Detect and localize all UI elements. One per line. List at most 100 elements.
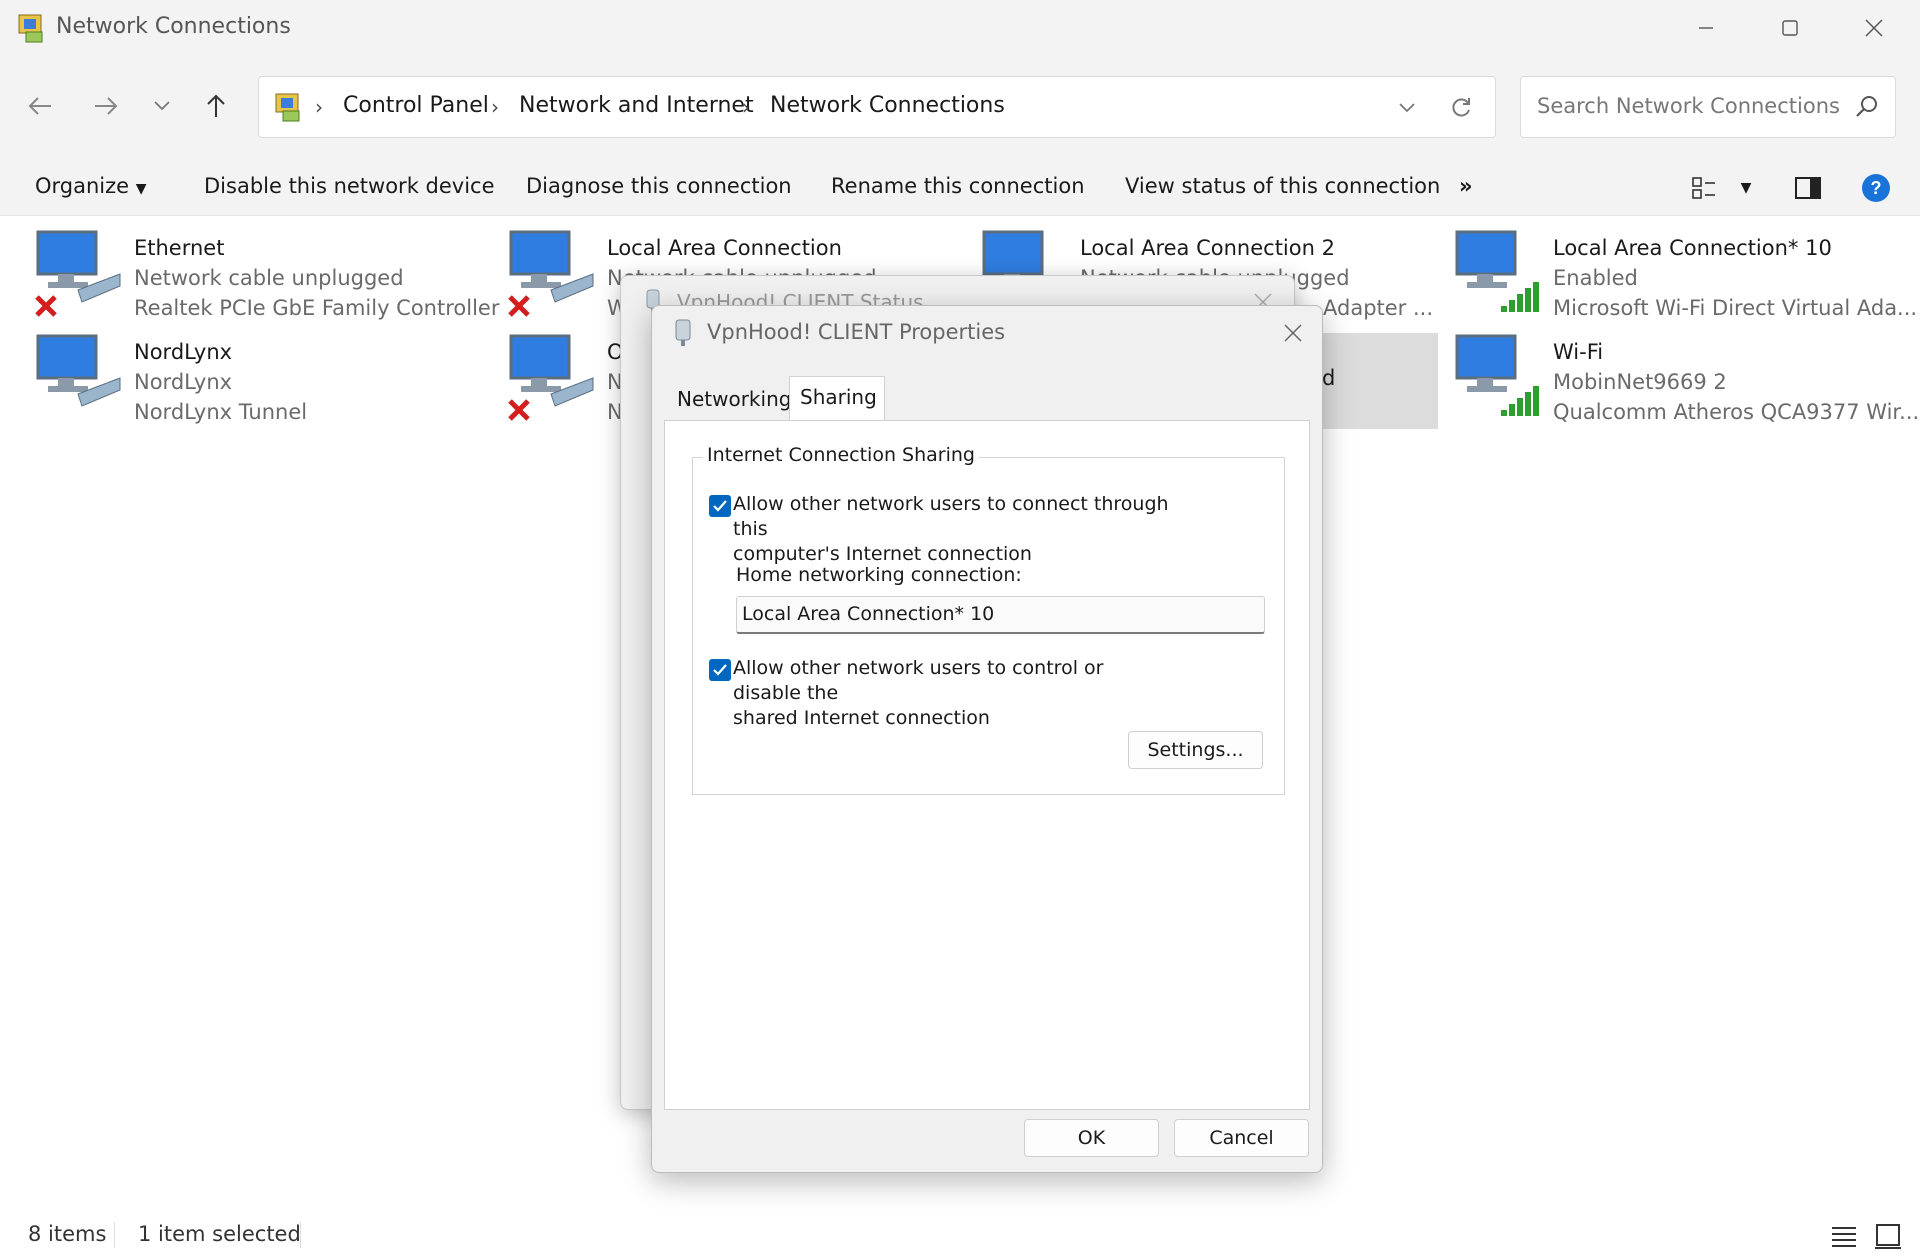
search-icon[interactable] [1853, 93, 1881, 121]
properties-dialog: VpnHood! CLIENT Properties Networking Sh… [651, 305, 1323, 1173]
allow-control-line1: Allow other network users to control or … [733, 657, 1104, 704]
settings-button[interactable]: Settings... [1128, 731, 1263, 769]
search-box[interactable]: Search Network Connections [1520, 76, 1896, 138]
tab-sharing[interactable]: Sharing [789, 376, 885, 421]
item-status: MobinNet9669 2 [1553, 370, 1727, 394]
chevron-down-icon [154, 101, 170, 111]
red-x-icon [508, 295, 530, 317]
close-button[interactable] [1832, 0, 1916, 56]
help-icon: ? [1862, 174, 1890, 202]
network-connections-icon [18, 14, 43, 43]
recent-locations-button[interactable] [138, 82, 186, 130]
refresh-icon [1452, 98, 1470, 117]
signal-bars-icon [1501, 386, 1539, 416]
connection-item-nordlynx[interactable]: NordLynx NordLynx NordLynx Tunnel [34, 330, 504, 430]
close-icon [1865, 19, 1883, 37]
item-status: Enabled [1553, 266, 1638, 290]
red-x-icon [35, 295, 57, 317]
address-history-button[interactable] [1387, 91, 1427, 125]
preview-pane-icon [1795, 177, 1821, 199]
tab-networking[interactable]: Networking [667, 379, 801, 419]
allow-connect-checkbox[interactable] [709, 495, 731, 517]
breadcrumb-network-connections[interactable]: Network Connections [770, 93, 1005, 118]
up-button[interactable] [192, 82, 240, 130]
cancel-button[interactable]: Cancel [1174, 1119, 1309, 1157]
item-name: Local Area Connection* 10 [1553, 236, 1832, 260]
forward-button[interactable] [82, 82, 130, 130]
arrow-left-icon [28, 97, 51, 115]
allow-connect-label: Allow other network users to connect thr… [733, 492, 1173, 567]
window-title: Network Connections [56, 14, 291, 39]
allow-control-checkbox[interactable] [709, 659, 731, 681]
item-name: Local Area Connection 2 [1080, 236, 1335, 260]
disable-device-button[interactable]: Disable this network device [204, 174, 495, 198]
arrow-right-icon [95, 97, 118, 115]
home-networking-select[interactable]: Local Area Connection* 10 [736, 596, 1265, 634]
svg-text:?: ? [1871, 178, 1882, 198]
checkmark-icon [713, 664, 727, 676]
caret-down-icon: ▼ [1740, 180, 1752, 196]
maximize-button[interactable] [1748, 0, 1832, 56]
address-bar[interactable]: › Control Panel › Network and Internet ›… [258, 76, 1496, 138]
connection-item-wifi[interactable]: Wi-Fi MobinNet9669 2 Qualcomm Atheros QC… [1453, 330, 1920, 430]
network-connections-icon [275, 93, 300, 122]
large-icons-view-icon[interactable] [1872, 1222, 1904, 1250]
allow-control-label: Allow other network users to control or … [733, 656, 1173, 731]
view-options-dropdown[interactable]: ▼ [1730, 172, 1762, 204]
breadcrumb-control-panel[interactable]: Control Panel [343, 93, 489, 118]
diagnose-button[interactable]: Diagnose this connection [526, 174, 792, 198]
more-commands-button[interactable]: » [1459, 174, 1473, 198]
item-status: Network cable unplugged [134, 266, 404, 290]
status-divider [300, 1222, 301, 1248]
red-x-icon [508, 399, 530, 421]
view-tiles-icon [1692, 177, 1715, 199]
maximize-icon [1782, 20, 1798, 36]
dialog-close-button[interactable] [1278, 318, 1308, 348]
dialog-title: VpnHood! CLIENT Properties [707, 320, 1006, 344]
items-count: 8 items [28, 1222, 107, 1246]
back-button[interactable] [16, 82, 64, 130]
change-view-button[interactable] [1688, 172, 1720, 204]
vpn-adapter-icon [675, 319, 691, 346]
connection-item-local-area-connection-10[interactable]: Local Area Connection* 10 Enabled Micros… [1453, 226, 1920, 326]
signal-bars-icon [1501, 282, 1539, 312]
refresh-button[interactable] [1441, 91, 1481, 125]
breadcrumb-separator: › [742, 95, 750, 119]
close-icon [1284, 324, 1302, 342]
chevron-down-icon [1399, 103, 1415, 113]
status-bar: 8 items 1 item selected [0, 1214, 1920, 1258]
rename-button[interactable]: Rename this connection [831, 174, 1085, 198]
search-input[interactable]: Search Network Connections [1537, 94, 1840, 118]
preview-pane-button[interactable] [1792, 172, 1824, 204]
item-status: NordLynx [134, 370, 233, 394]
arrow-up-icon [207, 94, 225, 117]
details-view-icon[interactable] [1828, 1222, 1860, 1250]
allow-connect-line1: Allow other network users to connect thr… [733, 493, 1169, 540]
breadcrumb-separator: › [491, 95, 499, 119]
item-device: Realtek PCIe GbE Family Controller [134, 296, 500, 320]
connection-item-ethernet[interactable]: Ethernet Network cable unplugged Realtek… [34, 226, 504, 326]
sharing-tab-panel: Internet Connection Sharing Allow other … [664, 420, 1310, 1110]
item-device: Microsoft Wi-Fi Direct Virtual Ada... [1553, 296, 1918, 320]
item-device: Qualcomm Atheros QCA9377 Wir... [1553, 400, 1920, 424]
network-connections-window: Network Connections › Control Panel › Ne… [0, 0, 1920, 1258]
allow-control-line2: shared Internet connection [733, 707, 990, 729]
ok-button[interactable]: OK [1024, 1119, 1159, 1157]
group-label: Internet Connection Sharing [703, 444, 979, 466]
help-button[interactable]: ? [1860, 172, 1892, 204]
caret-down-icon: ▼ [135, 181, 147, 197]
internet-connection-sharing-group: Internet Connection Sharing Allow other … [692, 444, 1285, 795]
checkmark-icon [713, 500, 727, 512]
organize-label: Organize [35, 174, 130, 198]
item-name: Wi-Fi [1553, 340, 1604, 364]
item-name: Local Area Connection [607, 236, 842, 260]
navigation-bar: › Control Panel › Network and Internet ›… [0, 56, 1920, 160]
item-name: NordLynx [134, 340, 233, 364]
breadcrumb-network-and-internet[interactable]: Network and Internet [519, 93, 754, 118]
organize-menu[interactable]: Organize ▼ [35, 174, 147, 198]
minimize-button[interactable] [1664, 0, 1748, 56]
title-bar: Network Connections [0, 0, 1920, 56]
network-adapter-icon [36, 334, 121, 407]
command-bar: Organize ▼ Disable this network device D… [0, 160, 1920, 216]
view-status-button[interactable]: View status of this connection [1125, 174, 1440, 198]
